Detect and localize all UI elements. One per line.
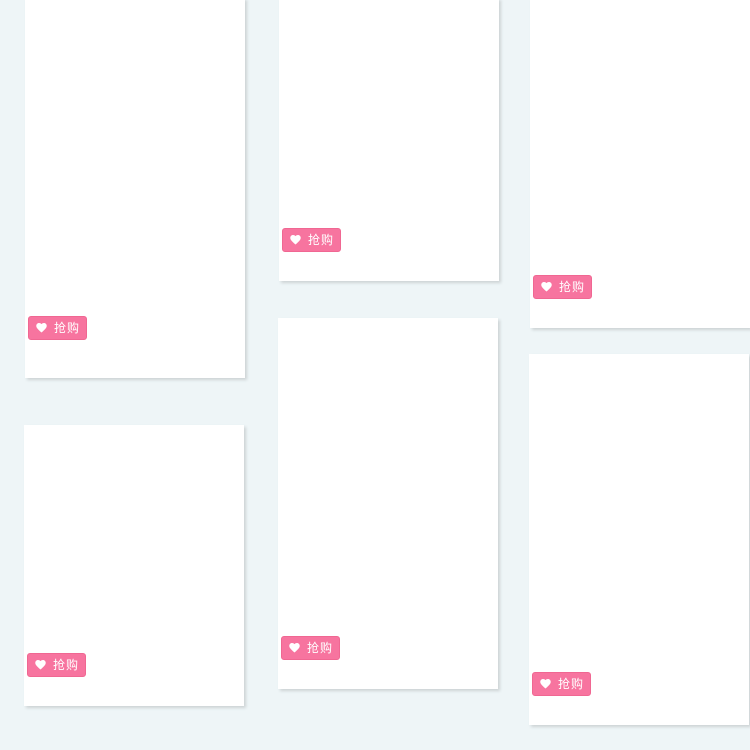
- heart-icon: [289, 643, 300, 653]
- product-card[interactable]: 抢购: [25, 0, 245, 378]
- buy-button-label: 抢购: [558, 677, 585, 691]
- heart-icon: [540, 679, 551, 689]
- buy-button-label: 抢购: [54, 321, 81, 335]
- heart-icon: [36, 323, 47, 333]
- buy-button[interactable]: 抢购: [28, 316, 87, 340]
- buy-button[interactable]: 抢购: [282, 228, 341, 252]
- heart-icon: [35, 660, 46, 670]
- buy-button[interactable]: 抢购: [533, 275, 592, 299]
- heart-icon: [541, 282, 552, 292]
- buy-button-label: 抢购: [559, 280, 586, 294]
- product-card[interactable]: 抢购: [530, 0, 750, 328]
- buy-button-label: 抢购: [308, 233, 335, 247]
- buy-button[interactable]: 抢购: [27, 653, 86, 677]
- buy-button-label: 抢购: [307, 641, 334, 655]
- product-card[interactable]: 抢购: [529, 354, 749, 725]
- product-card[interactable]: 抢购: [24, 425, 244, 706]
- product-card[interactable]: 抢购: [278, 318, 498, 689]
- buy-button[interactable]: 抢购: [532, 672, 591, 696]
- product-grid: 抢购 抢购 抢购 抢购 抢购 抢购: [0, 0, 750, 750]
- buy-button-label: 抢购: [53, 658, 80, 672]
- buy-button[interactable]: 抢购: [281, 636, 340, 660]
- heart-icon: [290, 235, 301, 245]
- product-card[interactable]: 抢购: [279, 0, 499, 281]
